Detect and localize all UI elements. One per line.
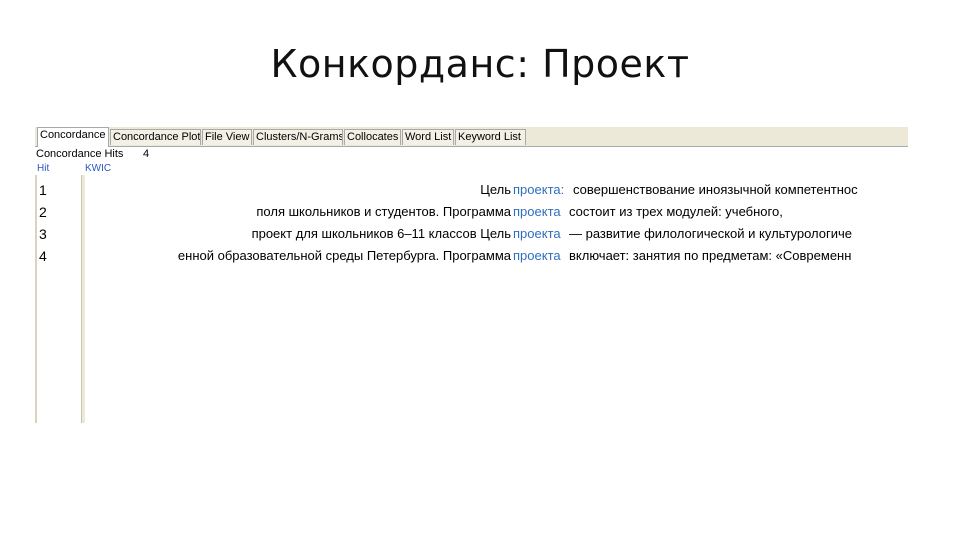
tab-keyword-list[interactable]: Keyword List	[455, 129, 526, 145]
kwic-right-context: совершенствование иноязычной компетентно…	[573, 182, 858, 197]
hit-number: 4	[39, 248, 47, 264]
tab-concordance[interactable]: Concordance	[37, 127, 109, 147]
antconc-window: Concordance Concordance Plot File View C…	[35, 127, 908, 423]
column-header-hit[interactable]: Hit	[37, 163, 49, 175]
kwic-right-context: — развитие филологической и культурологи…	[569, 226, 853, 241]
hit-number: 2	[39, 204, 47, 220]
tab-concordance-plot[interactable]: Concordance Plot	[110, 129, 201, 145]
concordance-hits-label: Concordance Hits	[36, 148, 124, 160]
kwic-keyword[interactable]: проекта	[513, 246, 561, 266]
table-row[interactable]: 2 поля школьников и студентов. Программа…	[35, 202, 908, 224]
kwic-keyword[interactable]: проекта	[513, 224, 561, 244]
slide-title: Конкорданс: Проект	[270, 42, 690, 86]
tab-word-list[interactable]: Word List	[402, 129, 454, 145]
table-row[interactable]: 4 енной образовательной среды Петербурга…	[35, 246, 908, 268]
table-row[interactable]: 3 проект для школьников 6–11 классов Цел…	[35, 224, 908, 246]
kwic-right-context: состоит из трех модулей: учебного,	[569, 204, 783, 219]
concordance-hits-count: 4	[143, 148, 150, 160]
kwic-left-context: проект для школьников 6–11 классов Цель	[251, 226, 511, 241]
kwic-left-context: поля школьников и студентов. Программа	[256, 204, 511, 219]
kwic-keyword[interactable]: проекта	[513, 202, 561, 222]
hit-number: 3	[39, 226, 47, 242]
column-header-kwic[interactable]: KWIC	[85, 163, 111, 175]
tab-file-view[interactable]: File View	[202, 129, 252, 145]
kwic-keyword[interactable]: проекта:	[513, 180, 564, 200]
kwic-left-context: енной образовательной среды Петербурга. …	[177, 248, 511, 263]
tab-collocates[interactable]: Collocates	[344, 129, 401, 145]
kwic-right-context: включает: занятия по предметам: «Совреме…	[569, 248, 852, 263]
concordance-hits-row: Concordance Hits 4	[35, 147, 908, 162]
tab-clusters-ngrams[interactable]: Clusters/N-Grams	[253, 129, 343, 145]
table-row[interactable]: 1 Цель проекта: совершенствование иноязы…	[35, 180, 908, 202]
hit-number: 1	[39, 182, 47, 198]
kwic-left-context: Цель	[480, 182, 511, 197]
tab-bar: Concordance Concordance Plot File View C…	[35, 127, 908, 147]
